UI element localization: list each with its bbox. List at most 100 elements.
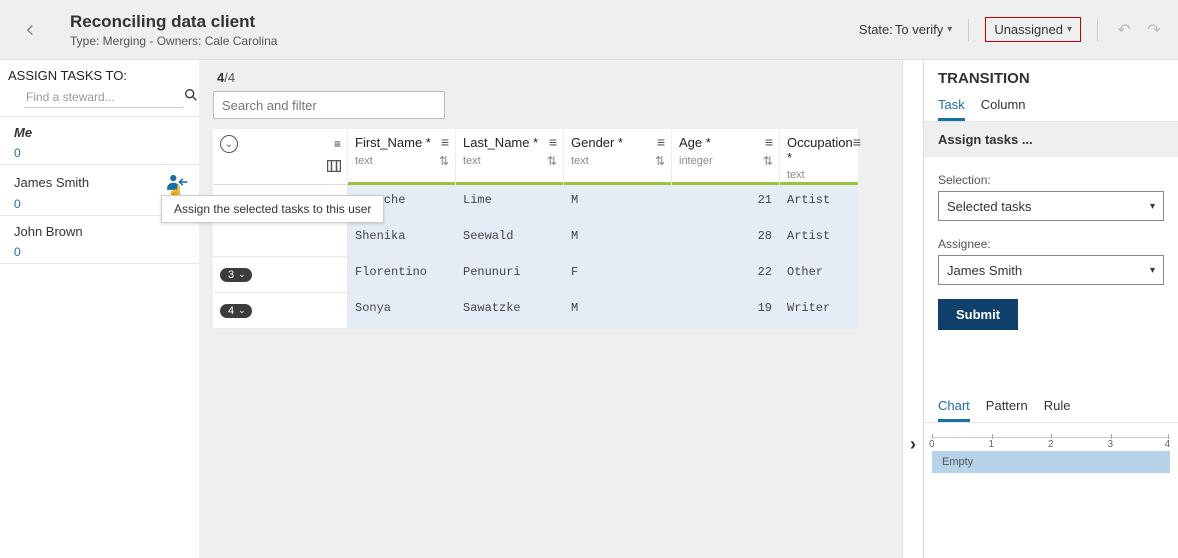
grid-corner-cell: ⌄ ≡ [213,129,348,184]
table-row[interactable]: Shenika Seewald M 28 Artist [213,221,858,257]
row-counter: 4/4 [205,70,902,91]
column-header-occupation[interactable]: Occupation *≡ text [780,129,858,184]
user-name: John Brown [14,224,83,239]
selection-value: Selected tasks [947,199,1032,214]
expand-all-icon[interactable]: ⌄ [220,135,238,153]
steward-search [0,85,199,116]
tick-label: 0 [929,439,930,450]
cell-gender[interactable]: M [564,221,672,257]
header-right: State: To verify ▾ Unassigned ▾ ↶ ↷ [859,17,1164,42]
cell-firstname[interactable]: Shenika [348,221,456,257]
column-header-gender[interactable]: Gender *≡ text⇅ [564,129,672,184]
chevron-down-icon: ▾ [1067,24,1072,35]
sort-icon[interactable]: ⇅ [547,154,557,168]
assignee-value: James Smith [947,263,1022,278]
tab-task[interactable]: Task [938,97,965,121]
row-selector[interactable]: 4⌄ [213,293,348,329]
cell-lastname[interactable]: Penunuri [456,257,564,293]
page-subtitle: Type: Merging - Owners: Cale Carolina [70,34,277,48]
chevron-right-icon: › [910,434,916,455]
tick-label: 1 [989,439,990,450]
cell-lastname[interactable]: Sawatzke [456,293,564,329]
user-row-james[interactable]: James Smith ☝ Assign the selected tasks … [0,165,199,216]
assignee-dropdown[interactable]: Unassigned ▾ [985,17,1081,42]
page-title: Reconciling data client [70,12,277,32]
state-dropdown[interactable]: State: To verify ▾ [859,22,952,37]
app-header: Reconciling data client Type: Merging - … [0,0,1178,60]
column-menu-icon[interactable]: ≡ [853,135,861,149]
assign-sidebar: ASSIGN TASKS TO: Me 0 James Smith [0,60,205,558]
sort-icon[interactable]: ⇅ [439,154,449,168]
assign-title: ASSIGN TASKS TO: [0,60,199,85]
cell-firstname[interactable]: Sonya [348,293,456,329]
count-total: 4 [228,70,235,85]
table-view-icon[interactable] [327,159,341,175]
cell-age[interactable]: 22 [672,257,780,293]
assign-to-user-icon[interactable]: ☝ Assign the selected tasks to this user [167,173,189,191]
selection-label: Selection: [938,173,1164,187]
table-row[interactable]: 4⌄ Sonya Sawatzke M 19 Writer [213,293,858,329]
column-header-lastname[interactable]: Last_Name *≡ text ⇅ [456,129,564,184]
cell-age[interactable]: 21 [672,185,780,221]
col-label: First_Name * [355,135,441,150]
cell-gender[interactable]: M [564,185,672,221]
column-menu-icon[interactable]: ≡ [765,135,773,149]
chart-bar-empty[interactable]: Empty [932,451,1170,473]
tab-pattern[interactable]: Pattern [986,398,1028,422]
column-menu-icon[interactable]: ≡ [334,137,341,151]
panel-toggle[interactable]: › [902,60,924,558]
user-name: Me [14,125,32,140]
cell-lastname[interactable]: Seewald [456,221,564,257]
cell-occupation[interactable]: Writer [780,293,858,329]
user-count: 0 [14,245,189,259]
chevron-down-icon: ▾ [1150,201,1155,212]
cell-firstname[interactable]: Florentino [348,257,456,293]
sort-icon[interactable]: ⇅ [763,154,773,168]
grid-search-input[interactable] [213,91,445,119]
undo-icon[interactable]: ↶ [1114,20,1134,40]
row-pill[interactable]: 4⌄ [220,304,252,318]
back-arrow-icon[interactable] [14,14,46,46]
table-row[interactable]: 3⌄ Florentino Penunuri F 22 Other [213,257,858,293]
tab-chart[interactable]: Chart [938,398,970,422]
assignee-dropdown-panel[interactable]: James Smith ▾ [938,255,1164,285]
cell-gender[interactable]: F [564,257,672,293]
chevron-down-icon: ▾ [1150,265,1155,276]
col-dtype: text [355,155,373,167]
user-row-john[interactable]: John Brown 0 [0,216,199,264]
column-menu-icon[interactable]: ≡ [549,135,557,149]
sort-icon[interactable]: ⇅ [655,154,665,168]
selection-dropdown[interactable]: Selected tasks ▾ [938,191,1164,221]
redo-icon[interactable]: ↷ [1144,20,1164,40]
grid-search [213,91,445,119]
col-label: Age * [679,135,765,150]
tab-rule[interactable]: Rule [1044,398,1071,422]
column-header-age[interactable]: Age *≡ integer ⇅ [672,129,780,184]
col-label: Last_Name * [463,135,549,150]
column-header-firstname[interactable]: First_Name *≡ text ⇅ [348,129,456,184]
cell-lastname[interactable]: Lime [456,185,564,221]
chart-area: 0 1 2 3 4 Empty [924,423,1178,473]
col-dtype: text [463,155,481,167]
chart-axis: 0 1 2 3 4 [932,437,1170,451]
row-pill[interactable]: 3⌄ [220,268,252,282]
cell-occupation[interactable]: Artist [780,185,858,221]
tab-column[interactable]: Column [981,97,1026,121]
cell-age[interactable]: 28 [672,221,780,257]
search-icon[interactable] [183,87,199,108]
cell-occupation[interactable]: Artist [780,221,858,257]
cell-occupation[interactable]: Other [780,257,858,293]
column-menu-icon[interactable]: ≡ [441,135,449,149]
row-selector[interactable] [213,221,348,257]
col-dtype: text [787,169,805,181]
user-row-me[interactable]: Me 0 [0,116,199,165]
col-dtype: integer [679,155,713,167]
state-value: To verify [895,22,943,37]
cell-gender[interactable]: M [564,293,672,329]
submit-button[interactable]: Submit [938,299,1018,330]
row-selector[interactable]: 3⌄ [213,257,348,293]
cell-age[interactable]: 19 [672,293,780,329]
col-label: Gender * [571,135,657,150]
steward-search-input[interactable] [24,87,183,108]
column-menu-icon[interactable]: ≡ [657,135,665,149]
